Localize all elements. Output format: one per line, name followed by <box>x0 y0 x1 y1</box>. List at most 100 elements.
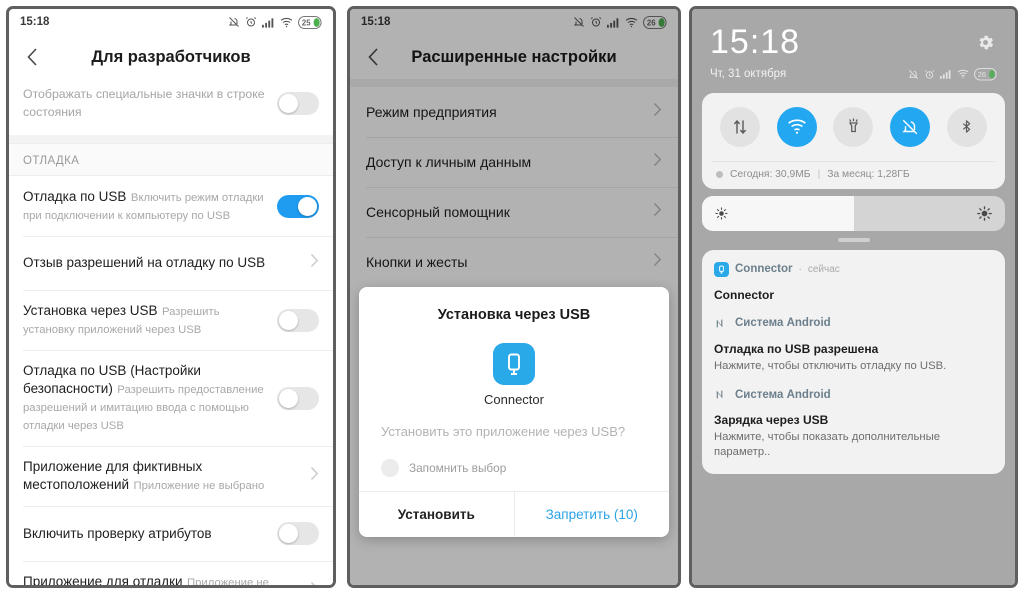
status-bar: 15:18 26 <box>350 9 678 35</box>
chevron-right-icon <box>310 466 319 486</box>
gear-icon <box>979 35 994 50</box>
screenshot-stage: 15:18 25 Для разработчиков Отображать сп… <box>0 0 1024 594</box>
battery-level-text: 26 <box>647 18 656 27</box>
back-button[interactable] <box>21 46 43 68</box>
dialog-app-block: Connector <box>381 343 647 407</box>
remember-choice-label: Запомнить выбор <box>409 461 507 476</box>
notification-app-header: Connector · сейчас <box>714 261 993 277</box>
notification-title[interactable]: Connector <box>714 288 993 302</box>
shade-date-row: Чт, 31 октября 26 <box>710 68 999 81</box>
phone-panel-advanced-settings: 15:18 26 Расширенные настройки Режим пре… <box>347 6 681 588</box>
status-bar-icons: 26 <box>573 15 669 29</box>
data-usage-today: Сегодня: 30,9МБ <box>730 168 811 180</box>
list-item-title: Отладка по USB <box>23 189 127 204</box>
connector-app-icon <box>714 261 729 277</box>
list-gap <box>350 79 678 87</box>
developer-options-list: Отображать специальные значки в строке с… <box>9 79 333 585</box>
phone-panel-developer-options: 15:18 25 Для разработчиков Отображать сп… <box>6 6 336 588</box>
dimmed-screen: 15:18 26 Расширенные настройки Режим пре… <box>350 9 678 585</box>
list-item-title: Отзыв разрешений на отладку по USB <box>23 255 266 270</box>
list-item-debug-app[interactable]: Приложение для отладки Приложение не выб… <box>9 561 333 585</box>
notification-time-value: сейчас <box>807 263 840 275</box>
settings-header: Для разработчиков <box>9 35 333 79</box>
mute-icon <box>908 69 918 79</box>
back-button[interactable] <box>362 46 384 68</box>
settings-gear-button[interactable] <box>976 33 995 57</box>
list-item-title: Включить проверку атрибутов <box>23 525 212 541</box>
toggle-usb-debugging[interactable] <box>277 194 319 218</box>
alarm-icon <box>924 69 935 79</box>
list-item-usb-debugging[interactable]: Отладка по USB Включить режим отладки пр… <box>9 176 333 236</box>
settings-header: Расширенные настройки <box>350 35 678 79</box>
phone-panel-notification-shade: 15:18 Чт, 31 октября 26 Сегодня: 30,9МБ … <box>689 6 1018 588</box>
brightness-slider[interactable] <box>702 195 1005 231</box>
battery-icon: 25 <box>298 15 324 29</box>
status-bar-time: 15:18 <box>361 16 391 28</box>
back-chevron-icon <box>26 48 37 66</box>
flashlight-toggle[interactable] <box>833 106 874 147</box>
install-button[interactable]: Установить <box>359 492 514 537</box>
notification-time: · <box>798 263 802 275</box>
toggle-enable-attribute-check[interactable] <box>277 522 319 545</box>
notification-source: Система Android <box>735 388 831 401</box>
android-system-icon <box>714 316 729 331</box>
quick-settings-card: Сегодня: 30,9МБ | За месяц: 1,28ГБ <box>702 92 1005 189</box>
wifi-icon <box>957 70 969 79</box>
list-item-enterprise-mode[interactable]: Режим предприятия <box>350 87 678 137</box>
dialog-app-name: Connector <box>484 392 544 407</box>
list-item-enable-attribute-check[interactable]: Включить проверку атрибутов <box>9 506 333 561</box>
signal-icon <box>940 70 951 79</box>
status-bar: 15:18 25 <box>9 9 333 35</box>
list-item-revoke-usb-debug-auth[interactable]: Отзыв разрешений на отладку по USB <box>9 236 333 290</box>
list-item-buttons-and-gestures[interactable]: Кнопки и жесты <box>350 237 678 287</box>
dialog-title: Установка через USB <box>437 307 591 323</box>
back-chevron-icon <box>367 48 378 66</box>
notification-item-usb-charging[interactable]: Система Android Зарядка через USB Нажмит… <box>714 387 993 459</box>
notification-item-usb-debug[interactable]: Система Android Отладка по USB разрешена… <box>714 316 993 374</box>
alarm-icon <box>590 17 602 27</box>
alarm-icon <box>245 17 257 27</box>
chevron-right-icon <box>310 253 319 273</box>
notification-text: Нажмите, чтобы показать дополнительные п… <box>714 431 941 458</box>
chevron-right-icon <box>653 252 662 272</box>
shade-drag-handle[interactable] <box>837 237 870 242</box>
list-item-usb-debugging-security[interactable]: Отладка по USB (Настройки безопасности) … <box>9 350 333 446</box>
battery-icon: 26 <box>974 68 999 81</box>
toggle-install-via-usb[interactable] <box>277 308 319 332</box>
notification-source-row: Система Android <box>714 316 993 331</box>
battery-icon: 26 <box>643 15 669 29</box>
connector-app-icon <box>493 343 535 385</box>
list-item-show-special-icons[interactable]: Отображать специальные значки в строке с… <box>9 79 333 135</box>
flashlight-icon <box>848 118 859 133</box>
list-item-subtitle: Приложение не выбрано <box>133 480 265 492</box>
list-item-title: Доступ к личным данным <box>366 154 532 170</box>
notification-text: Нажмите, чтобы отключить отладку по USB. <box>714 359 947 372</box>
chevron-right-icon <box>653 152 662 172</box>
list-item-touch-assistant[interactable]: Сенсорный помощник <box>350 187 678 237</box>
status-bar-time: 15:18 <box>20 16 50 28</box>
wifi-toggle[interactable] <box>776 106 817 147</box>
mobile-data-toggle[interactable] <box>720 106 761 147</box>
brightness-low-icon <box>715 206 728 220</box>
list-item-install-via-usb[interactable]: Установка через USB Разрешить установку … <box>9 290 333 350</box>
deny-button[interactable]: Запретить (10) <box>513 492 670 538</box>
wifi-icon <box>625 17 638 27</box>
dialog-body: Connector Установить это приложение чере… <box>359 323 669 491</box>
notification-app-name: Connector <box>735 263 793 275</box>
silent-mode-toggle[interactable] <box>890 106 931 147</box>
section-header-debug: ОТЛАДКА <box>9 143 333 176</box>
chevron-right-icon <box>310 581 319 585</box>
remember-choice-row[interactable]: Запомнить выбор <box>381 459 647 478</box>
brightness-high-icon <box>977 205 992 221</box>
toggle-usb-debugging-security[interactable] <box>277 386 319 410</box>
bluetooth-toggle[interactable] <box>946 106 987 147</box>
data-usage-row: Сегодня: 30,9МБ | За месяц: 1,28ГБ <box>712 160 995 189</box>
list-item-personal-data-access[interactable]: Доступ к личным данным <box>350 137 678 187</box>
remember-choice-radio[interactable] <box>381 459 399 478</box>
data-usage-separator: | <box>817 168 821 180</box>
toggle-show-special-icons[interactable] <box>277 91 319 115</box>
wifi-icon <box>788 119 806 134</box>
list-item-title: Установка через USB <box>23 303 158 318</box>
list-item-mock-location-app[interactable]: Приложение для фиктивных местоположений … <box>9 446 333 506</box>
data-usage-month: За месяц: 1,28ГБ <box>827 168 910 180</box>
